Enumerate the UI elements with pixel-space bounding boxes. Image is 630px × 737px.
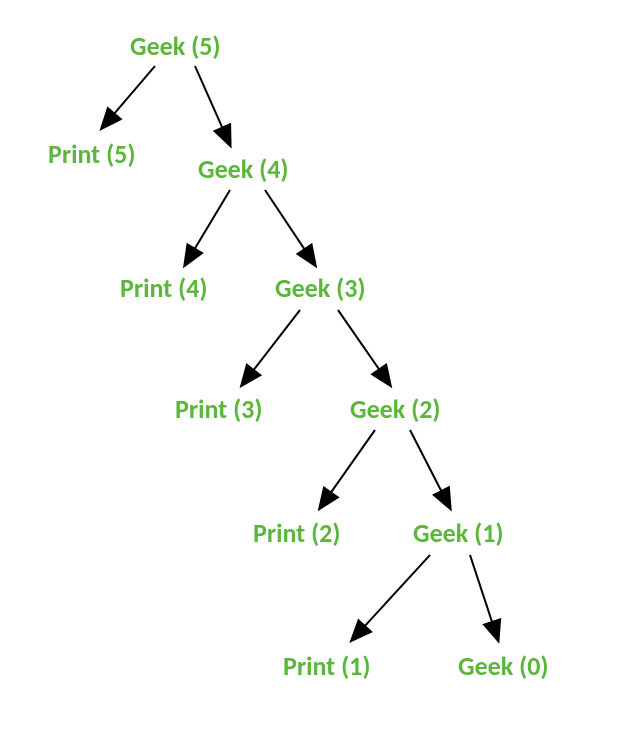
- node-print-3: Print (3): [175, 393, 262, 425]
- node-geek-2: Geek (2): [350, 393, 440, 425]
- node-print-2: Print (2): [253, 517, 340, 549]
- tree-arrows: [0, 0, 630, 737]
- node-geek-1: Geek (1): [413, 517, 503, 549]
- node-geek-5: Geek (5): [130, 30, 220, 62]
- node-geek-0: Geek (0): [458, 650, 548, 682]
- node-print-4: Print (4): [120, 272, 207, 304]
- node-geek-3: Geek (3): [275, 272, 365, 304]
- node-print-1: Print (1): [283, 650, 370, 682]
- node-print-5: Print (5): [48, 138, 135, 170]
- node-geek-4: Geek (4): [198, 153, 288, 185]
